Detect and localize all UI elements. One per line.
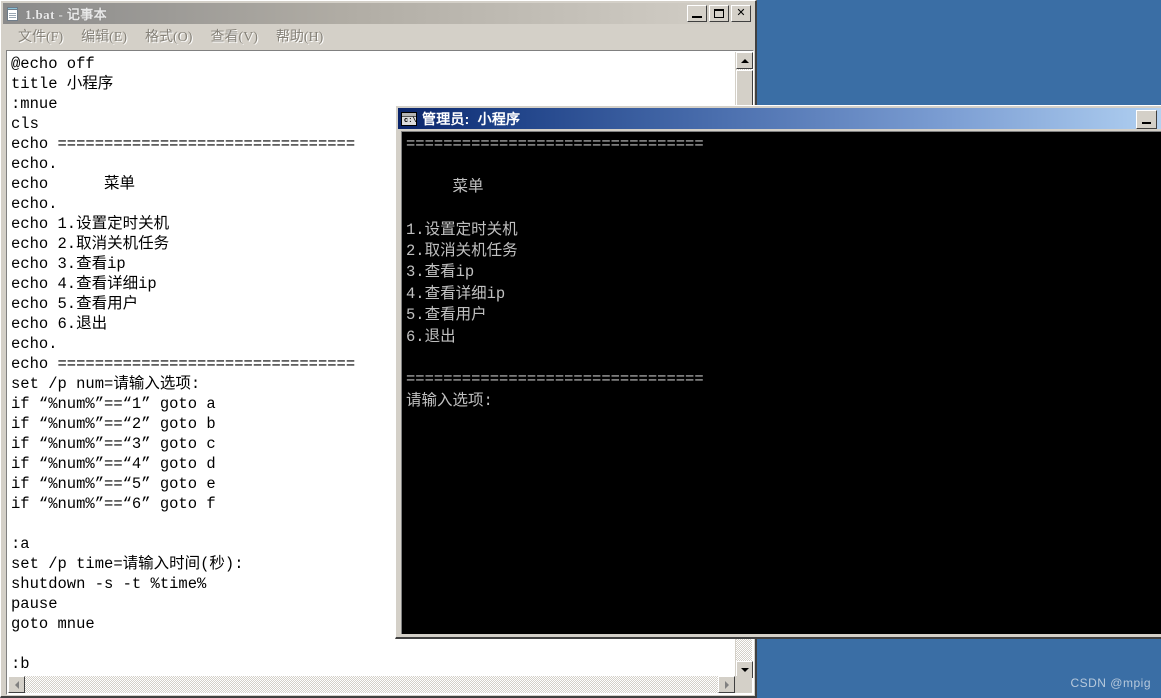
menu-item-help[interactable]: 帮助(H) bbox=[267, 24, 332, 48]
menu-item-edit[interactable]: 编辑(E) bbox=[72, 24, 136, 48]
menu-item-view[interactable]: 查看(V) bbox=[201, 24, 266, 48]
minimize-button[interactable] bbox=[687, 5, 707, 22]
console-title: 管理员: 小程序 bbox=[422, 110, 521, 127]
notepad-window-buttons: ✕ bbox=[687, 5, 752, 22]
console-window[interactable]: c:\ 管理员: 小程序 ===========================… bbox=[395, 105, 1161, 639]
chevron-right-icon bbox=[724, 680, 729, 689]
chevron-down-icon bbox=[740, 667, 749, 672]
scroll-right-button[interactable] bbox=[718, 676, 735, 693]
console-titlebar[interactable]: c:\ 管理员: 小程序 bbox=[398, 108, 1161, 129]
scroll-left-button[interactable] bbox=[8, 676, 25, 693]
scroll-up-button[interactable] bbox=[736, 52, 753, 69]
menu-item-file[interactable]: 文件(F) bbox=[9, 24, 72, 48]
scrollbar-corner bbox=[735, 676, 752, 693]
desktop: 1.bat - 记事本 ✕ 文件(F) 编辑(E) 格式(O) 查看(V) 帮助… bbox=[0, 0, 1161, 698]
notepad-horizontal-scrollbar[interactable] bbox=[8, 676, 735, 693]
chevron-up-icon bbox=[740, 58, 749, 63]
chevron-left-icon bbox=[14, 680, 19, 689]
console-output-text: ================================ 菜单 1.设置… bbox=[406, 135, 704, 410]
notepad-title: 1.bat - 记事本 bbox=[25, 7, 108, 22]
watermark: CSDN @mpig bbox=[1070, 676, 1151, 690]
close-button[interactable]: ✕ bbox=[731, 5, 751, 22]
notepad-menubar[interactable]: 文件(F) 编辑(E) 格式(O) 查看(V) 帮助(H) bbox=[3, 24, 754, 48]
console-output-area[interactable]: ================================ 菜单 1.设置… bbox=[401, 131, 1161, 634]
console-minimize-button[interactable] bbox=[1136, 110, 1157, 129]
notepad-titlebar[interactable]: 1.bat - 记事本 ✕ bbox=[3, 3, 754, 24]
console-icon: c:\ bbox=[401, 111, 417, 126]
notepad-icon bbox=[5, 6, 21, 22]
maximize-button[interactable] bbox=[709, 5, 729, 22]
menu-item-format[interactable]: 格式(O) bbox=[136, 24, 201, 48]
